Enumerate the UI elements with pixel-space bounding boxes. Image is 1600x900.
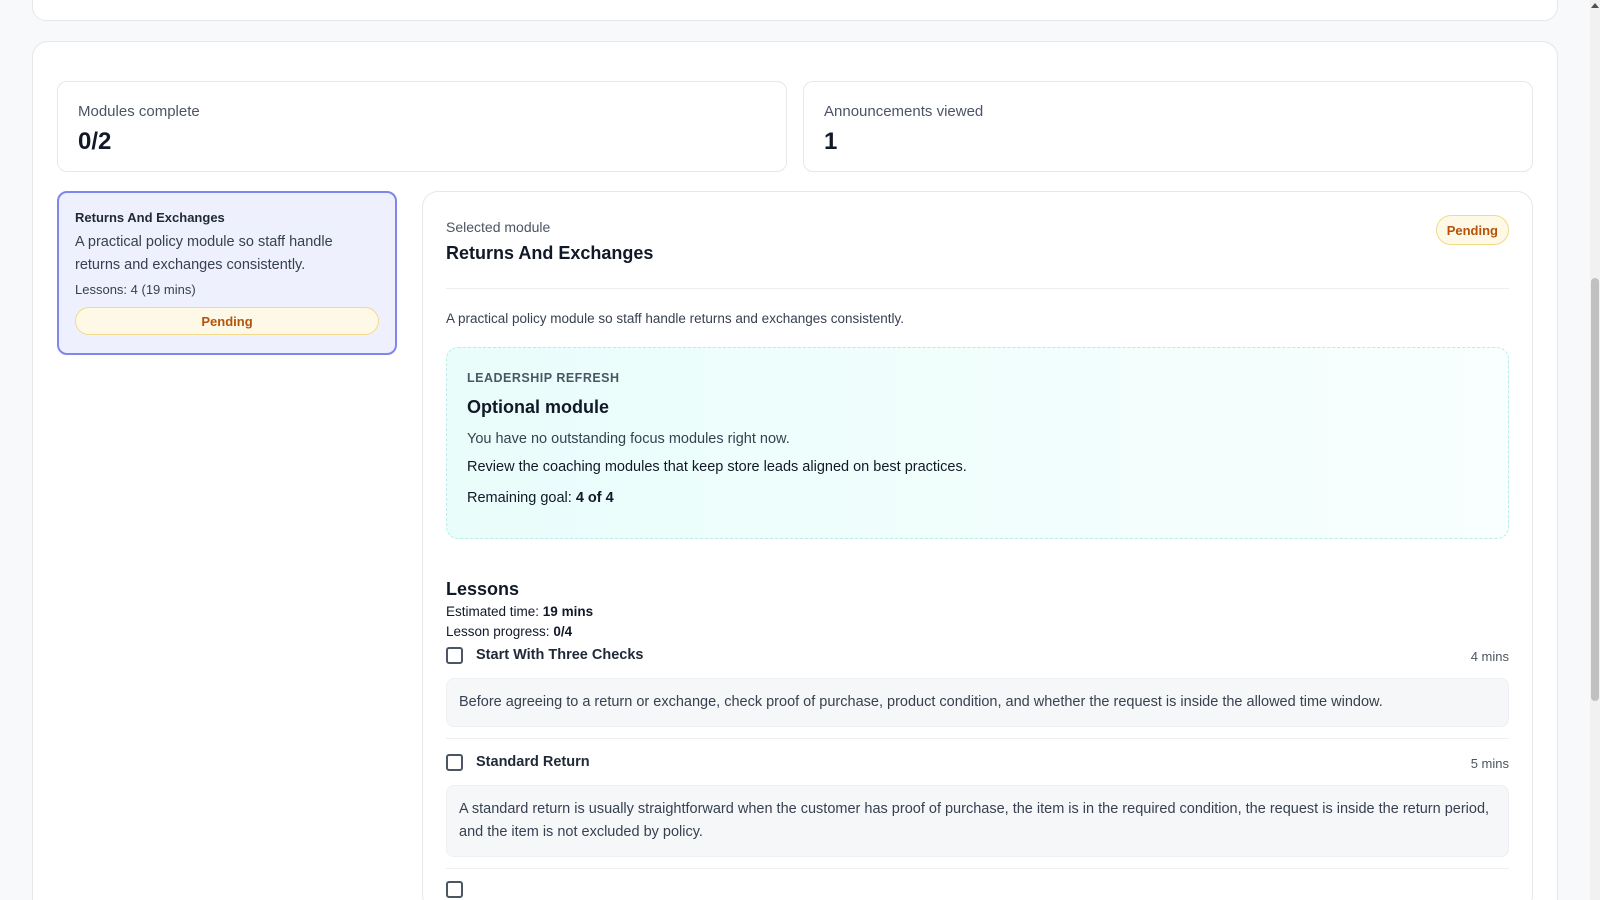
lesson-checkbox[interactable] (446, 754, 463, 771)
module-list-item-returns-and-exchanges[interactable]: Returns And Exchanges A practical policy… (57, 191, 397, 355)
remaining-goal-label: Remaining goal: (467, 490, 572, 506)
modules-complete-stat: Modules complete 0/2 (57, 81, 787, 172)
lesson-progress: Lesson progress: 0/4 (446, 624, 572, 639)
lessons-heading: Lessons (446, 579, 520, 599)
module-item-lessons-meta: Lessons: 4 (19 mins) (75, 282, 196, 297)
selected-module-title: Returns And Exchanges (446, 243, 654, 263)
lesson-body: A standard return is usually straightfor… (446, 785, 1509, 857)
module-item-title: Returns And Exchanges (75, 210, 225, 225)
scroll-up-arrow-icon[interactable] (1591, 3, 1599, 8)
callout-title: Optional module (467, 397, 609, 417)
previous-section-card (32, 0, 1558, 21)
estimated-time-value: 19 mins (542, 604, 594, 619)
lesson-row[interactable]: Standard Return 5 mins (446, 751, 1509, 775)
lesson-progress-value: 0/4 (553, 624, 573, 639)
lesson-checkbox[interactable] (446, 647, 463, 664)
status-badge: Pending (1435, 215, 1509, 245)
lesson-progress-label: Lesson progress: (446, 624, 550, 639)
lesson-row[interactable] (446, 878, 1509, 900)
divider (446, 868, 1509, 869)
selected-module-label: Selected module (446, 219, 551, 235)
selected-module-description: A practical policy module so staff handl… (446, 311, 905, 326)
stat-label: Announcements viewed (824, 103, 984, 120)
stat-value: 0/2 (78, 128, 112, 155)
lesson-body: Before agreeing to a return or exchange,… (446, 678, 1509, 727)
status-badge: Pending (75, 307, 379, 335)
estimated-time-label: Estimated time: (446, 604, 540, 619)
leadership-refresh-callout: LEADERSHIP REFRESH Optional module You h… (446, 347, 1509, 539)
remaining-goal: Remaining goal: 4 of 4 (467, 490, 1488, 506)
module-item-description: A practical policy module so staff handl… (75, 234, 333, 273)
lesson-name: Start With Three Checks (476, 647, 644, 663)
callout-eyebrow: LEADERSHIP REFRESH (467, 371, 620, 385)
stat-label: Modules complete (78, 103, 200, 120)
scrollbar-thumb[interactable] (1591, 278, 1599, 701)
announcements-viewed-stat: Announcements viewed 1 (803, 81, 1533, 172)
estimated-time: Estimated time: 19 mins (446, 604, 593, 619)
divider (446, 288, 1509, 289)
lesson-checkbox[interactable] (446, 881, 463, 898)
lesson-duration: 4 mins (1470, 649, 1509, 664)
lesson-duration: 5 mins (1470, 756, 1509, 771)
callout-text: Review the coaching modules that keep st… (467, 459, 967, 475)
lesson-row[interactable]: Start With Three Checks 4 mins (446, 644, 1509, 668)
module-detail-panel: Selected module Returns And Exchanges Pe… (422, 191, 1533, 900)
remaining-goal-value: 4 of 4 (575, 490, 614, 506)
lesson-name: Standard Return (476, 754, 590, 770)
divider (446, 738, 1509, 739)
page-scrollbar[interactable] (1590, 0, 1600, 900)
stat-value: 1 (824, 128, 838, 155)
callout-note: You have no outstanding focus modules ri… (467, 431, 790, 447)
